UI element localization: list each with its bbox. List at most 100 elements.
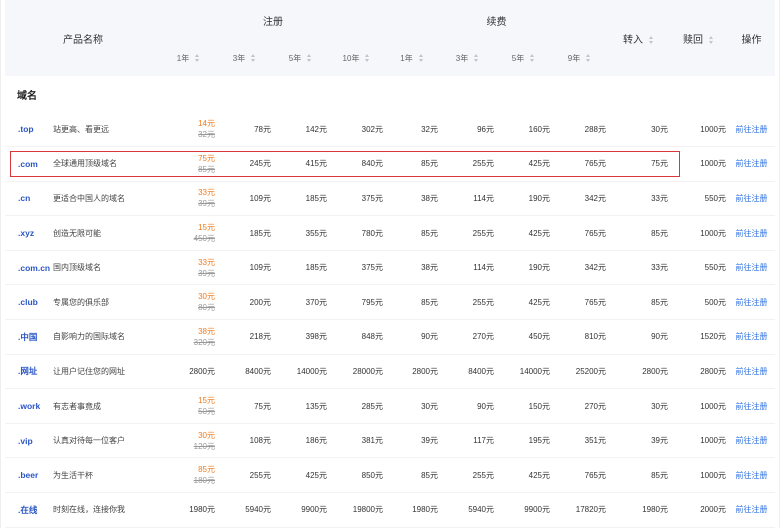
col-redeem-label: 赎回 [683, 34, 703, 46]
redeem-price: 550元 [670, 181, 728, 217]
register-link[interactable]: 前往注册 [736, 367, 768, 376]
register-3y-price: 200元 [217, 284, 273, 321]
transfer-price: 30元 [608, 112, 670, 148]
register-3y-price: 185元 [217, 215, 273, 251]
renew-1y-price: 85元 [385, 457, 440, 494]
register-1y-price: 14元 32元 [161, 112, 217, 148]
register-3y-price: 78元 [217, 112, 273, 148]
col-register-10y[interactable]: 10年 [329, 40, 385, 76]
original-price: 320元 [193, 337, 215, 347]
register-1y-price: 30元 120元 [161, 423, 217, 459]
register-link[interactable]: 前往注册 [736, 298, 768, 307]
sale-price: 85元 [198, 465, 215, 475]
renew-3y-price: 114元 [440, 181, 496, 217]
redeem-price: 1000元 [670, 457, 728, 494]
domain-suffix: .com.cn [5, 250, 53, 286]
action-cell: 前往注册 [728, 146, 775, 182]
col-renew-9y[interactable]: 9年 [552, 40, 608, 76]
renew-9y-price: 765元 [552, 215, 608, 251]
col-renew-5y[interactable]: 5年 [496, 40, 552, 76]
renew-1y-price: 85元 [385, 284, 440, 321]
sort-icon[interactable] [648, 35, 655, 44]
register-5y-price: 185元 [273, 181, 329, 217]
table-row: .vip 认真对待每一位客户 30元 120元 108元 186元 381元 39元 117元 1… [5, 423, 775, 459]
register-3y-price: 109元 [217, 250, 273, 286]
col-label: 5年 [288, 53, 302, 63]
col-redeem[interactable]: 赎回 [670, 0, 728, 76]
renew-3y-price: 255元 [440, 215, 496, 251]
register-link[interactable]: 前往注册 [736, 332, 768, 341]
register-3y-price: 5940元 [217, 492, 273, 528]
table-row: .com 全球通用顶级域名 75元 85元 245元 415元 840元 85元 255元 425… [5, 146, 775, 182]
register-3y-price: 255元 [217, 457, 273, 494]
col-renew-3y[interactable]: 3年 [440, 40, 496, 76]
domain-suffix: .xyz [5, 215, 53, 251]
sort-icon[interactable] [585, 54, 592, 63]
register-link[interactable]: 前往注册 [736, 159, 768, 168]
col-register-5y[interactable]: 5年 [273, 40, 329, 76]
original-price: 32元 [198, 130, 215, 140]
register-1y-price: 85元 180元 [161, 457, 217, 494]
register-1y-price: 15元 450元 [161, 215, 217, 251]
table-row: .work 有志者事竟成 15元 50元 75元 135元 285元 30元 90元 150元 27… [5, 388, 775, 424]
sort-icon[interactable] [364, 54, 371, 63]
register-link[interactable]: 前往注册 [736, 125, 768, 134]
sort-icon[interactable] [194, 54, 201, 63]
domain-suffix: .vip [5, 423, 53, 459]
register-10y-price: 850元 [329, 457, 385, 494]
col-register-1y[interactable]: 1年 [161, 40, 217, 76]
register-3y-price: 75元 [217, 388, 273, 424]
register-5y-price: 14000元 [273, 354, 329, 390]
register-link[interactable]: 前往注册 [736, 436, 768, 445]
domain-description: 全球通用顶级域名 [53, 146, 161, 182]
renew-1y-price: 90元 [385, 319, 440, 355]
register-link[interactable]: 前往注册 [736, 402, 768, 411]
domain-suffix: .在线 [5, 492, 53, 528]
domain-suffix: .cn [5, 181, 53, 217]
register-5y-price: 185元 [273, 250, 329, 286]
domain-description: 让用户记住您的网址 [53, 354, 161, 390]
renew-1y-price: 38元 [385, 250, 440, 286]
register-5y-price: 355元 [273, 215, 329, 251]
col-register-3y[interactable]: 3年 [217, 40, 273, 76]
renew-9y-price: 25200元 [552, 354, 608, 390]
redeem-price: 2800元 [670, 354, 728, 390]
col-renew-1y[interactable]: 1年 [385, 40, 440, 76]
register-10y-price: 285元 [329, 388, 385, 424]
register-1y-price: 30元 80元 [161, 284, 217, 321]
domain-pricing-table: 产品名称 注册 续费 转入 赎回 操作 1年 3年 5年 10年 1年 3年 5… [5, 0, 775, 528]
register-link[interactable]: 前往注册 [736, 505, 768, 514]
sort-icon[interactable] [306, 54, 313, 63]
sale-price: 30元 [198, 292, 215, 302]
sort-icon[interactable] [250, 54, 257, 63]
register-link[interactable]: 前往注册 [736, 263, 768, 272]
register-link[interactable]: 前往注册 [736, 471, 768, 480]
sort-icon[interactable] [418, 54, 425, 63]
renew-5y-price: 190元 [496, 250, 552, 286]
redeem-price: 1000元 [670, 423, 728, 459]
register-10y-price: 375元 [329, 181, 385, 217]
table-body: 域名 .top 站更高、看更远 14元 32元 78元 142元 302元 32元 96元 160… [5, 76, 775, 528]
redeem-price: 1520元 [670, 319, 728, 355]
col-transfer[interactable]: 转入 [608, 0, 670, 76]
sort-icon[interactable] [529, 54, 536, 63]
redeem-price: 550元 [670, 250, 728, 286]
table-row: .cn 更适合中国人的域名 33元 39元 109元 185元 375元 38元 114元 190… [5, 181, 775, 217]
sale-price: 33元 [198, 188, 215, 198]
register-5y-price: 425元 [273, 457, 329, 494]
register-5y-price: 398元 [273, 319, 329, 355]
renew-5y-price: 160元 [496, 112, 552, 148]
sort-icon[interactable] [473, 54, 480, 63]
register-link[interactable]: 前往注册 [736, 194, 768, 203]
renew-9y-price: 270元 [552, 388, 608, 424]
register-link[interactable]: 前往注册 [736, 229, 768, 238]
sort-icon[interactable] [708, 35, 715, 44]
transfer-price: 90元 [608, 319, 670, 355]
section-row: 域名 [5, 76, 775, 112]
section-title: 域名 [17, 90, 37, 102]
action-cell: 前往注册 [728, 112, 775, 148]
sale-price: 75元 [198, 153, 215, 163]
register-3y-price: 109元 [217, 181, 273, 217]
domain-description: 自影响力的国际域名 [53, 319, 161, 355]
renew-1y-price: 2800元 [385, 354, 440, 390]
